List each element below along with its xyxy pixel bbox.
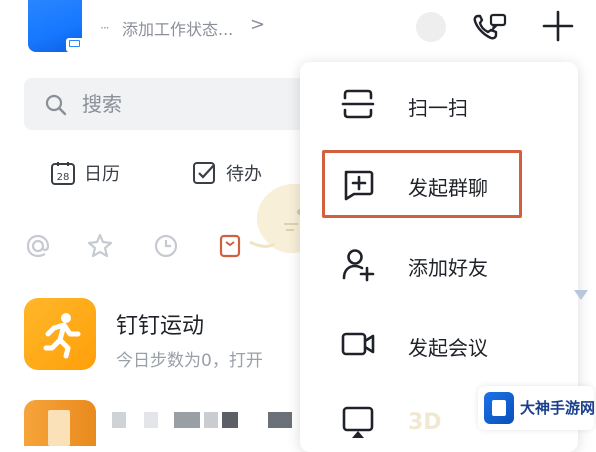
star-icon[interactable] — [86, 232, 114, 260]
pixelated-text — [144, 412, 158, 428]
chat-title[interactable]: 钉钉运动 — [116, 308, 204, 340]
device-status-icon — [66, 38, 84, 52]
video-meeting-icon[interactable] — [340, 326, 376, 362]
screen-cast-icon[interactable] — [340, 404, 376, 440]
search-icon — [45, 94, 67, 116]
menu-item-start-meeting[interactable]: 发起会议 — [408, 332, 488, 361]
menu-item-scan[interactable]: 扫一扫 — [408, 92, 468, 121]
calendar-icon[interactable]: 28 — [50, 160, 76, 186]
watermark-text: 3D — [408, 410, 442, 435]
highlight-box — [322, 150, 522, 218]
checkbox-icon[interactable] — [192, 160, 218, 186]
plus-icon[interactable] — [540, 8, 576, 44]
chat-preview: 今日步数为0，打开 — [116, 351, 263, 371]
scroll-indicator-icon — [574, 290, 588, 300]
scan-icon[interactable] — [340, 86, 376, 122]
header-placeholder-icon[interactable] — [416, 12, 446, 42]
site-logo-icon — [484, 392, 514, 424]
pixelated-text — [174, 412, 200, 428]
site-logo-text: 大神手游网 — [520, 399, 596, 417]
pixelated-text — [204, 412, 218, 428]
clock-icon[interactable] — [152, 232, 180, 260]
chevron-right-icon: > — [250, 14, 266, 35]
app-icon-document[interactable] — [24, 400, 96, 446]
pixelated-text — [112, 412, 126, 428]
pixelated-text — [222, 412, 238, 428]
app-icon-sport[interactable] — [24, 298, 96, 370]
at-icon[interactable] — [24, 232, 52, 260]
work-status-button[interactable]: 添加工作状态... — [122, 16, 233, 40]
calendar-icon-date: 28 — [57, 172, 70, 183]
search-input[interactable]: 搜索 — [82, 88, 122, 117]
running-person-icon — [43, 313, 81, 359]
phone-call-icon[interactable] — [470, 10, 510, 44]
status-dots-icon: ··· — [100, 21, 110, 35]
add-friend-icon[interactable] — [340, 246, 376, 282]
shortcut-calendar[interactable]: 日历 — [84, 160, 120, 186]
menu-item-add-friend[interactable]: 添加好友 — [408, 252, 488, 281]
pixelated-text — [268, 412, 292, 428]
